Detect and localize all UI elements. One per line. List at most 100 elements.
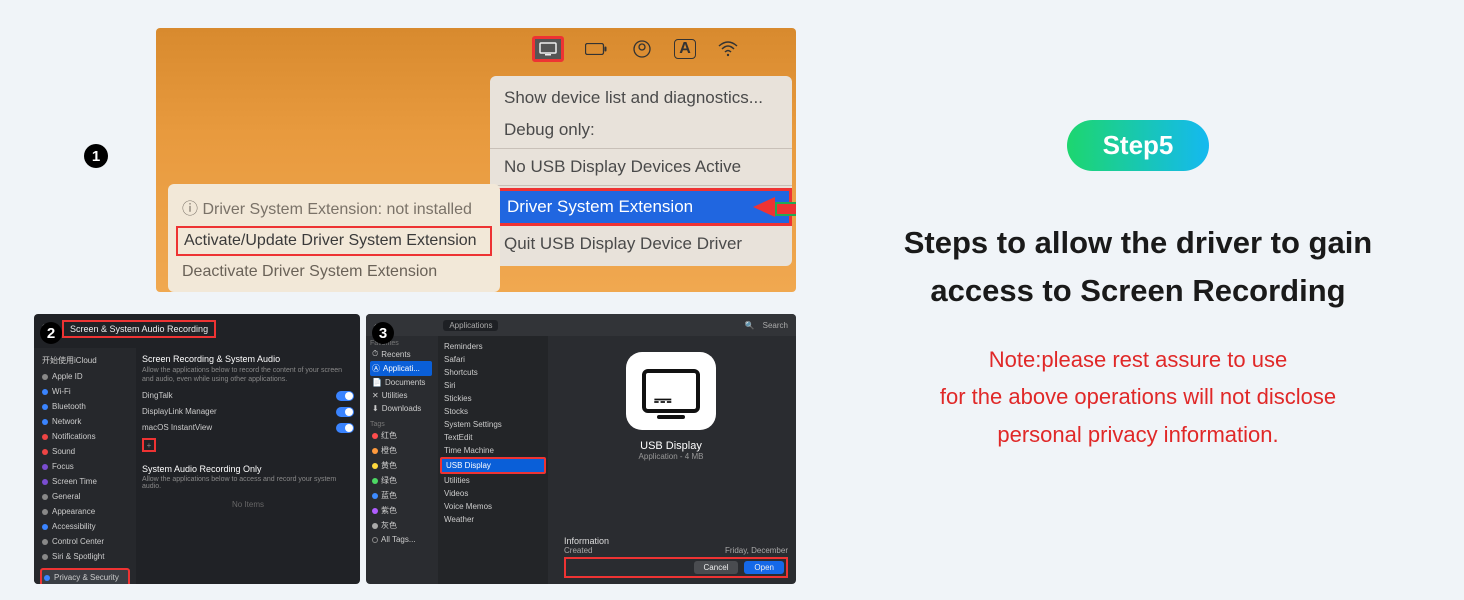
info-created-label: Created bbox=[564, 546, 592, 555]
tag-orange[interactable]: 橙色 bbox=[370, 443, 432, 458]
no-items: No Items bbox=[142, 490, 354, 519]
sidebar-applications[interactable]: ⒶApplicati... bbox=[370, 361, 432, 376]
sidebar-item-general[interactable]: General bbox=[40, 489, 130, 504]
section-heading: Screen Recording & System Audio bbox=[142, 352, 354, 366]
sidebar-item-focus[interactable]: Focus bbox=[40, 459, 130, 474]
user-icon bbox=[628, 38, 656, 60]
file-stocks[interactable]: Stocks bbox=[440, 405, 546, 418]
menu-show-devices[interactable]: Show device list and diagnostics... bbox=[490, 82, 792, 114]
step-badge-1: 1 bbox=[84, 144, 108, 168]
sidebar-downloads[interactable]: ⬇Downloads bbox=[370, 402, 432, 415]
usb-display-dropdown: Show device list and diagnostics... Debu… bbox=[490, 76, 792, 266]
app-dingtalk[interactable]: DingTalk bbox=[142, 388, 354, 404]
finder-search[interactable]: Search bbox=[763, 321, 788, 330]
finder-sidebar: Favorites ⏱Recents ⒶApplicati... 📄Docume… bbox=[366, 336, 436, 584]
tag-purple[interactable]: 紫色 bbox=[370, 503, 432, 518]
sidebar-item-privacy[interactable]: Privacy & Security bbox=[40, 568, 130, 584]
file-reminders[interactable]: Reminders bbox=[440, 340, 546, 353]
section-only-heading: System Audio Recording Only bbox=[142, 462, 354, 476]
menu-driver-extension-label: Driver System Extension bbox=[507, 197, 693, 217]
tag-gray[interactable]: 灰色 bbox=[370, 518, 432, 533]
file-usbdisplay[interactable]: USB Display bbox=[440, 457, 546, 474]
battery-icon bbox=[582, 38, 610, 60]
sidebar-item-appearance[interactable]: Appearance bbox=[40, 504, 130, 519]
add-app-button[interactable]: + bbox=[142, 438, 156, 452]
file-timemachine[interactable]: Time Machine bbox=[440, 444, 546, 457]
submenu-status: ⓘ Driver System Extension: not installed bbox=[168, 190, 500, 224]
menu-driver-extension[interactable]: Driver System Extension bbox=[490, 188, 792, 226]
sidebar-recents[interactable]: ⏱Recents bbox=[370, 347, 432, 361]
sidebar-item-bluetooth[interactable]: Bluetooth bbox=[40, 399, 130, 414]
file-textedit[interactable]: TextEdit bbox=[440, 431, 546, 444]
finder-crumb[interactable]: Applications bbox=[443, 320, 498, 331]
section-only-sub: Allow the applications below to access a… bbox=[142, 476, 354, 490]
finder-file-list: Reminders Safari Shortcuts Siri Stickies… bbox=[438, 336, 548, 584]
tag-yellow[interactable]: 黄色 bbox=[370, 458, 432, 473]
panel-2-privacy-settings: ‹ Screen & System Audio Recording 开始使用iC… bbox=[34, 314, 360, 584]
file-shortcuts[interactable]: Shortcuts bbox=[440, 366, 546, 379]
app-instantview[interactable]: macOS InstantView bbox=[142, 420, 354, 436]
info-heading: Information bbox=[564, 536, 788, 546]
wifi-icon bbox=[714, 38, 742, 60]
sidebar-item-notifications[interactable]: Notifications bbox=[40, 429, 130, 444]
finder-buttons: Cancel Open bbox=[564, 557, 788, 578]
sidebar-utilities[interactable]: ✕Utilities bbox=[370, 389, 432, 402]
sidebar-item-appleid[interactable]: Apple ID bbox=[40, 369, 130, 384]
section-sub: Allow the applications below to record t… bbox=[142, 366, 354, 384]
tag-green[interactable]: 绿色 bbox=[370, 473, 432, 488]
driver-extension-submenu: ⓘ Driver System Extension: not installed… bbox=[168, 184, 500, 292]
submenu-deactivate[interactable]: Deactivate Driver System Extension bbox=[168, 258, 500, 286]
menu-no-devices: No USB Display Devices Active bbox=[490, 151, 792, 183]
cancel-button[interactable]: Cancel bbox=[694, 561, 739, 574]
step-badge-2: 2 bbox=[40, 322, 62, 344]
file-stickies[interactable]: Stickies bbox=[440, 392, 546, 405]
toggle-icon[interactable] bbox=[336, 391, 354, 401]
sidebar-item-screentime[interactable]: Screen Time bbox=[40, 474, 130, 489]
search-icon[interactable]: 🔍 bbox=[745, 321, 755, 330]
toggle-icon[interactable] bbox=[336, 423, 354, 433]
app-displaylink[interactable]: DisplayLink Manager bbox=[142, 404, 354, 420]
finder-preview: ⎓ USB Display Application - 4 MB bbox=[556, 344, 786, 461]
settings-title: Screen & System Audio Recording bbox=[62, 320, 216, 338]
step-badge-3: 3 bbox=[372, 322, 394, 344]
preview-title: USB Display bbox=[556, 440, 786, 452]
panel-1-driver-menu: A Show device list and diagnostics... De… bbox=[156, 28, 796, 292]
annotation-arrow-icon bbox=[753, 197, 775, 217]
file-systemsettings[interactable]: System Settings bbox=[440, 418, 546, 431]
settings-main: Screen Recording & System Audio Allow th… bbox=[142, 352, 354, 519]
instruction-text: Step5 Steps to allow the driver to gain … bbox=[838, 120, 1438, 453]
sidebar-item-sound[interactable]: Sound bbox=[40, 444, 130, 459]
menu-debug-label: Debug only: bbox=[490, 114, 792, 146]
sidebar-header: 开始使用iCloud bbox=[40, 352, 130, 369]
sidebar-item-wifi[interactable]: Wi-Fi bbox=[40, 384, 130, 399]
sidebar-item-network[interactable]: Network bbox=[40, 414, 130, 429]
finder-info-footer: Information Created Friday, December Can… bbox=[556, 532, 796, 584]
heading: Steps to allow the driver to gain access… bbox=[838, 219, 1438, 315]
usb-display-menubar-icon[interactable] bbox=[532, 36, 564, 62]
tag-red[interactable]: 红色 bbox=[370, 428, 432, 443]
sidebar-item-siri[interactable]: Siri & Spotlight bbox=[40, 549, 130, 564]
note-text: Note:please rest assure to use for the a… bbox=[838, 341, 1438, 453]
step-pill: Step5 bbox=[1067, 120, 1210, 171]
file-voicememos[interactable]: Voice Memos bbox=[440, 500, 546, 513]
file-utilities[interactable]: Utilities bbox=[440, 474, 546, 487]
file-weather[interactable]: Weather bbox=[440, 513, 546, 526]
tag-blue[interactable]: 蓝色 bbox=[370, 488, 432, 503]
tag-all[interactable]: All Tags... bbox=[370, 533, 432, 546]
sidebar-documents[interactable]: 📄Documents bbox=[370, 376, 432, 389]
submenu-activate[interactable]: Activate/Update Driver System Extension bbox=[176, 226, 492, 256]
toggle-icon[interactable] bbox=[336, 407, 354, 417]
file-siri[interactable]: Siri bbox=[440, 379, 546, 392]
file-videos[interactable]: Videos bbox=[440, 487, 546, 500]
finder-toolbar: ‹ › Applications 🔍 Search bbox=[366, 314, 796, 336]
menu-quit[interactable]: Quit USB Display Device Driver bbox=[490, 228, 792, 260]
panel-3-finder: ‹ › Applications 🔍 Search Favorites ⏱Rec… bbox=[366, 314, 796, 584]
sidebar-tags-label: Tags bbox=[370, 421, 432, 428]
usb-icon: ⎓ bbox=[654, 387, 672, 413]
sidebar-item-controlcenter[interactable]: Control Center bbox=[40, 534, 130, 549]
usb-display-app-icon: ⎓ bbox=[626, 352, 716, 430]
settings-sidebar: 开始使用iCloud Apple ID Wi-Fi Bluetooth Netw… bbox=[34, 348, 136, 584]
open-button[interactable]: Open bbox=[744, 561, 784, 574]
file-safari[interactable]: Safari bbox=[440, 353, 546, 366]
sidebar-item-accessibility[interactable]: Accessibility bbox=[40, 519, 130, 534]
